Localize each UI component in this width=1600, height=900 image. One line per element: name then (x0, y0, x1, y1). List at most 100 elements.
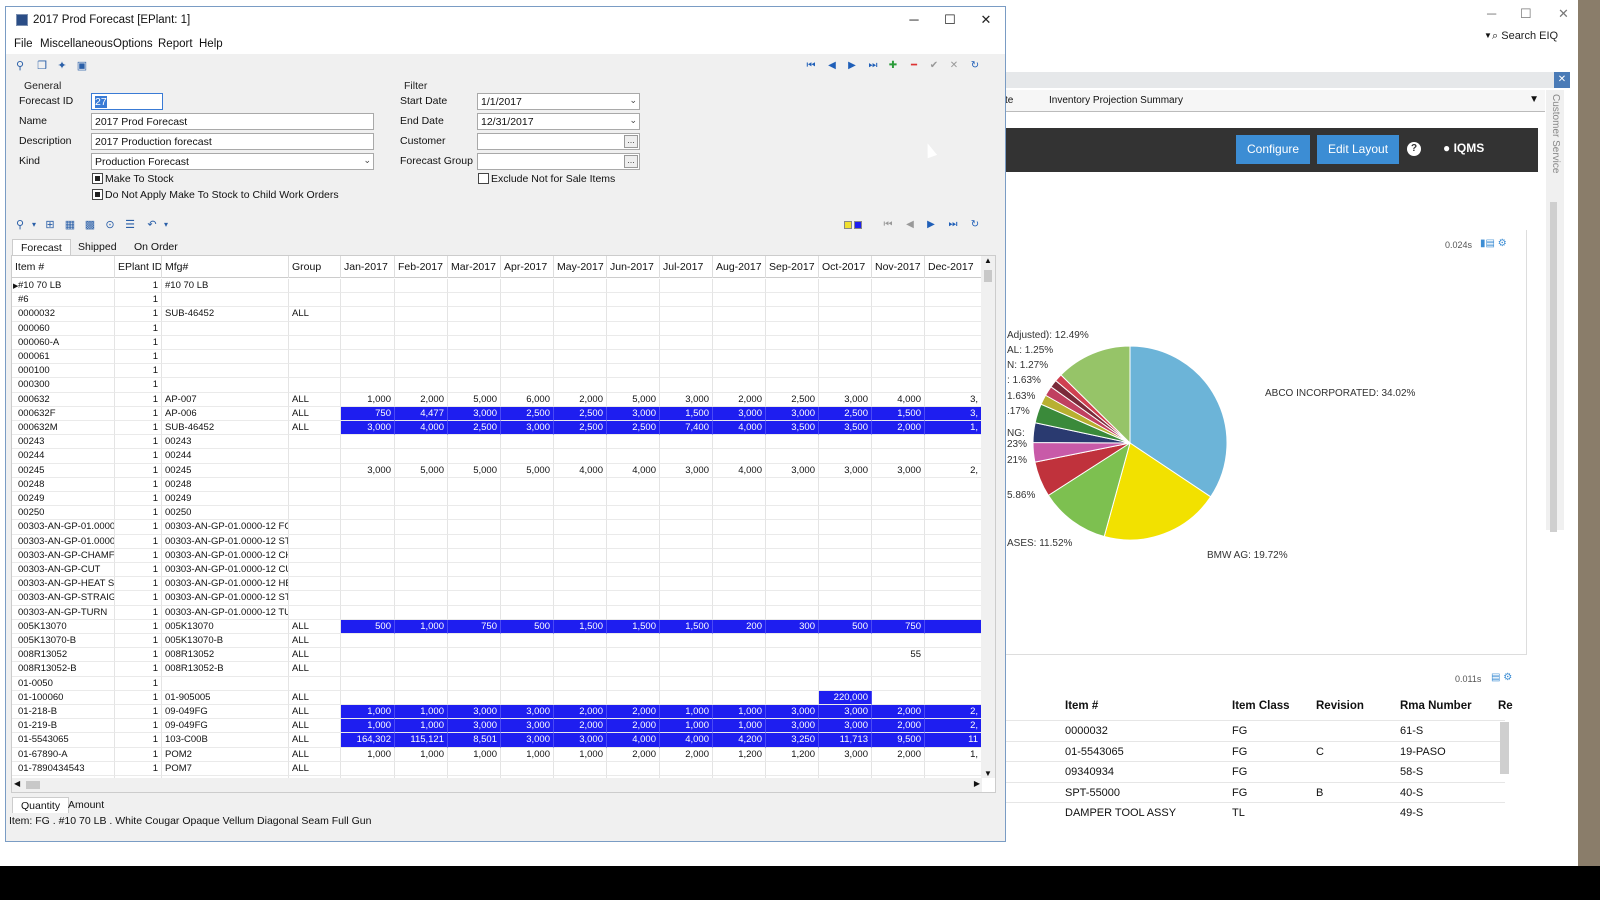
grid-cell[interactable] (395, 648, 448, 663)
grid-row[interactable]: 00250 1 00250 (12, 506, 982, 521)
grid-cell[interactable] (925, 662, 982, 677)
grid-cell[interactable] (925, 307, 982, 322)
grid-cell[interactable] (766, 591, 819, 606)
grid-cell[interactable] (607, 534, 660, 549)
grid-cell[interactable]: 1 (115, 506, 162, 521)
grid-cell[interactable]: 01-7890434543 (12, 761, 115, 776)
bg-close-button[interactable]: ✕ (1558, 6, 1569, 22)
grid-cell[interactable] (819, 350, 872, 365)
grid-cell[interactable] (713, 378, 766, 393)
grid-col-header[interactable]: Feb-2017 (395, 256, 448, 278)
last-record-icon[interactable]: ⏭ (945, 217, 961, 233)
grid-cell[interactable] (501, 534, 554, 549)
grid-cell[interactable]: 2,000 (872, 747, 925, 762)
grid-cell[interactable] (289, 506, 341, 521)
grid-row[interactable]: 008R13052-B 1 008R13052-B ALL (12, 662, 982, 677)
grid-cell[interactable] (341, 279, 395, 294)
grid-cell[interactable] (872, 761, 925, 776)
grid-cell[interactable] (713, 662, 766, 677)
grid-cell[interactable] (766, 279, 819, 294)
grid-cell[interactable] (554, 534, 607, 549)
grid-cell[interactable]: ALL (289, 619, 341, 634)
copy-icon[interactable]: ❐ (34, 58, 50, 74)
grid-cell[interactable]: 1, (925, 747, 982, 762)
col-rma-number[interactable]: Rma Number (1400, 700, 1472, 712)
grid-cell[interactable] (872, 364, 925, 379)
grid-row[interactable]: 00303-AN-GP-TURN 1 00303-AN-GP-01.0000-12 … (12, 605, 982, 620)
list-icon[interactable]: ☰ (122, 217, 138, 233)
grid-cell[interactable] (713, 492, 766, 507)
grid-cell[interactable]: 09-049FG (162, 705, 289, 720)
delete-icon[interactable]: ━ (906, 58, 922, 74)
grid-cell[interactable] (607, 761, 660, 776)
chevron-down-icon[interactable]: ⌄ (629, 95, 637, 106)
grid-cell[interactable] (607, 634, 660, 649)
grid-cell[interactable] (341, 548, 395, 563)
grid-cell[interactable] (607, 676, 660, 691)
menu-file[interactable]: File (14, 38, 33, 50)
grid-row[interactable]: 00303-AN-GP-01.0000... 1 00303-AN-GP-01.00… (12, 520, 982, 535)
grid-cell[interactable] (501, 506, 554, 521)
prior-record-icon[interactable]: ◀ (902, 217, 918, 233)
grid-row[interactable]: 01-100060 1 01-905005 ALL 220,000 (12, 690, 982, 705)
grid-cell[interactable] (395, 492, 448, 507)
grid-cell[interactable] (501, 662, 554, 677)
grid-cell[interactable]: 1,500 (660, 406, 713, 421)
grid-col-header[interactable]: Group (289, 256, 341, 278)
grid-cell[interactable] (395, 761, 448, 776)
next-record-icon[interactable]: ▶ (844, 58, 860, 74)
grid-cell[interactable] (872, 335, 925, 350)
titlebar[interactable]: 2017 Prod Forecast [EPlant: 1] ─ ☐ ✕ (6, 7, 1005, 34)
grid-cell[interactable] (766, 293, 819, 308)
grid-cell[interactable]: 4,200 (713, 733, 766, 748)
grid-cell[interactable] (819, 761, 872, 776)
grid-row[interactable]: 00244 1 00244 (12, 449, 982, 464)
bg-scrollbar[interactable] (1550, 202, 1557, 532)
grid-cell[interactable] (501, 563, 554, 578)
grid-cell[interactable] (341, 634, 395, 649)
grid-cell[interactable]: 2,000 (607, 719, 660, 734)
grid-cell[interactable] (872, 293, 925, 308)
grid-cell[interactable] (448, 435, 501, 450)
grid-cell[interactable] (448, 577, 501, 592)
grid-cell[interactable] (289, 520, 341, 535)
grid-cell[interactable]: 00244 (12, 449, 115, 464)
grid-cell[interactable] (819, 364, 872, 379)
grid-cell[interactable]: 3,250 (766, 733, 819, 748)
grid-cell[interactable] (766, 548, 819, 563)
grid-col-header[interactable]: Oct-2017 (819, 256, 872, 278)
grid-cell[interactable] (766, 477, 819, 492)
grid-cell[interactable] (607, 605, 660, 620)
grid-cell[interactable]: 1 (115, 719, 162, 734)
grid-row[interactable]: 00303-AN-GP-CUT 1 00303-AN-GP-01.0000-12 C… (12, 563, 982, 578)
grid-cell[interactable]: 750 (872, 619, 925, 634)
grid-cell[interactable] (925, 634, 982, 649)
grid-cell[interactable]: 1,000 (554, 747, 607, 762)
grid-cell[interactable]: 3,500 (766, 421, 819, 436)
grid-cell[interactable] (607, 492, 660, 507)
grid-cell[interactable] (554, 520, 607, 535)
table-row[interactable]: SPT-55000 FG B 40-S (1005, 781, 1505, 802)
grid-cell[interactable] (501, 492, 554, 507)
grid-cell[interactable] (660, 634, 713, 649)
grid-cell[interactable]: 00303-AN-GP-01.0000-12 CU (162, 563, 289, 578)
grid-cell[interactable]: 1,500 (554, 619, 607, 634)
grid-cell[interactable] (660, 662, 713, 677)
grid-cell[interactable]: 1 (115, 662, 162, 677)
grid-vertical-scrollbar[interactable]: ▲ ▼ (981, 256, 995, 778)
grid-cell[interactable]: 00303-AN-GP-01.0000-12 TU (162, 605, 289, 620)
insert-icon[interactable]: ✚ (885, 58, 901, 74)
grid-cell[interactable] (448, 492, 501, 507)
configure-button[interactable]: Configure (1236, 135, 1311, 164)
grid-cell[interactable]: 3,000 (501, 733, 554, 748)
grid-cell[interactable] (925, 591, 982, 606)
grid-cell[interactable] (501, 577, 554, 592)
grid-cell[interactable]: 3,000 (819, 747, 872, 762)
grid-cell[interactable]: 00243 (12, 435, 115, 450)
binoculars-icon[interactable]: ⚲ (12, 58, 28, 74)
grid-cell[interactable]: 4,477 (395, 406, 448, 421)
grid-cell[interactable] (713, 648, 766, 663)
grid-cell[interactable]: 1 (115, 335, 162, 350)
grid-cell[interactable]: 1 (115, 634, 162, 649)
grid-cell[interactable]: 1,000 (395, 747, 448, 762)
